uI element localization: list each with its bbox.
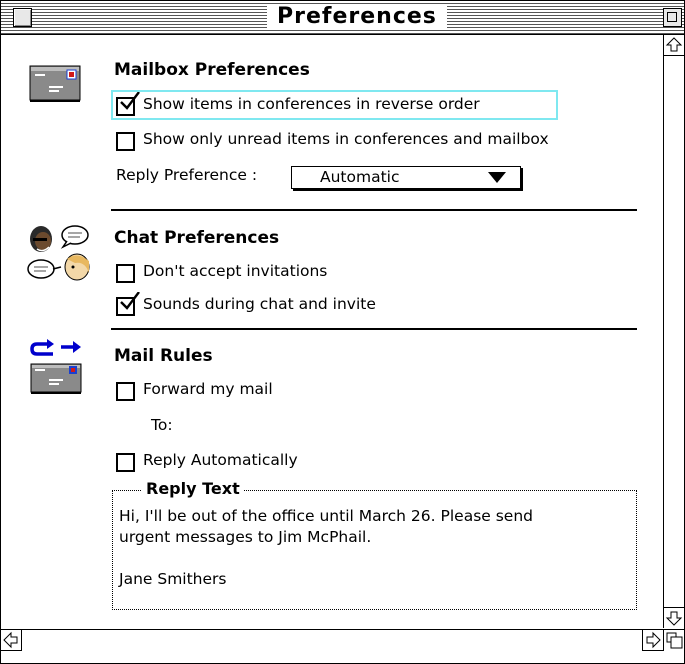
- unread-only-checkbox[interactable]: [116, 132, 135, 151]
- mail-rules-heading: Mail Rules: [114, 346, 213, 366]
- mailbox-preferences-heading: Mailbox Preferences: [114, 60, 310, 80]
- arrow-left-icon: [3, 631, 18, 649]
- close-box[interactable]: [11, 6, 32, 27]
- no-invitations-label[interactable]: Don't accept invitations: [143, 262, 327, 280]
- chat-sounds-checkbox[interactable]: [116, 292, 140, 316]
- resize-icon: [666, 632, 683, 649]
- reply-text-legend: Reply Text: [142, 479, 244, 498]
- forward-to-label: To:: [151, 416, 173, 434]
- horizontal-scrollbar[interactable]: [1, 629, 663, 651]
- arrow-up-icon: [665, 37, 683, 52]
- forward-mail-checkbox[interactable]: [116, 382, 135, 401]
- title-bar[interactable]: Preferences: [1, 1, 684, 35]
- grow-box[interactable]: [663, 629, 684, 651]
- reply-text-field[interactable]: Hi, I'll be out of the office until Marc…: [119, 506, 629, 590]
- checkmark-icon: [120, 292, 140, 310]
- section-divider: [111, 328, 637, 330]
- reply-text-signature: Jane Smithers: [119, 570, 227, 588]
- scroll-right-button[interactable]: [642, 630, 663, 651]
- scroll-left-button[interactable]: [1, 630, 22, 651]
- reply-preference-label: Reply Preference :: [116, 166, 258, 184]
- reply-preference-dropdown[interactable]: Automatic: [291, 166, 521, 189]
- preferences-content: Mailbox Preferences Show items in confer…: [1, 35, 662, 628]
- chevron-down-icon: [488, 172, 506, 183]
- scroll-down-button[interactable]: [664, 607, 684, 628]
- mail-envelope-icon: [29, 65, 81, 103]
- reply-automatically-checkbox[interactable]: [116, 453, 135, 472]
- reply-text-line: Hi, I'll be out of the office until Marc…: [119, 507, 534, 525]
- preferences-window: Preferences Mailbox Preferences Show ite…: [0, 0, 685, 664]
- scroll-up-button[interactable]: [664, 35, 684, 56]
- chat-preferences-heading: Chat Preferences: [114, 228, 280, 248]
- vertical-scrollbar[interactable]: [663, 35, 684, 628]
- reverse-order-label[interactable]: Show items in conferences in reverse ord…: [143, 95, 480, 113]
- window-title: Preferences: [267, 5, 447, 29]
- unread-only-label[interactable]: Show only unread items in conferences an…: [143, 130, 549, 148]
- reply-automatically-label[interactable]: Reply Automatically: [143, 451, 298, 469]
- reply-preference-value: Automatic: [320, 168, 400, 186]
- forward-mail-icon: [29, 338, 85, 398]
- arrow-down-icon: [665, 611, 683, 626]
- chat-faces-icon: [23, 223, 99, 283]
- arrow-right-icon: [646, 631, 661, 649]
- section-divider: [111, 209, 637, 211]
- forward-mail-label[interactable]: Forward my mail: [143, 380, 273, 398]
- no-invitations-checkbox[interactable]: [116, 264, 135, 283]
- checkmark-icon: [120, 92, 140, 110]
- reply-text-line: urgent messages to Jim McPhail.: [119, 528, 372, 546]
- zoom-box[interactable]: [663, 8, 682, 27]
- reverse-order-checkbox[interactable]: [116, 92, 140, 116]
- chat-sounds-label[interactable]: Sounds during chat and invite: [143, 295, 376, 313]
